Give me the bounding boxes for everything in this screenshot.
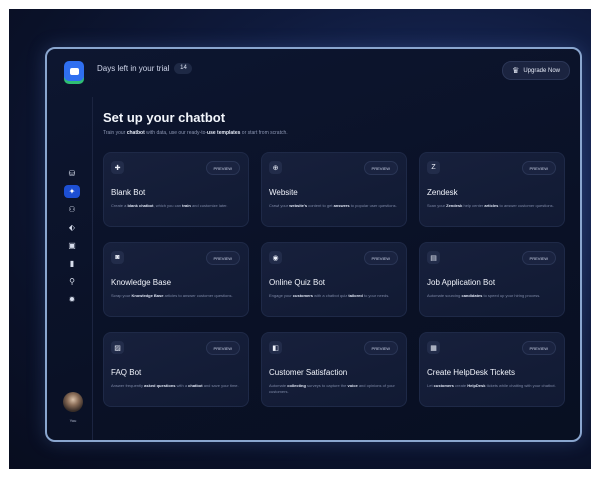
template-card-website[interactable]: ⊕ PREVIEW Website Crawl your website's cont… — [261, 152, 407, 227]
card-title: Blank Bot — [111, 188, 146, 197]
template-card-online-quiz-bot[interactable]: ◉ PREVIEW Online Quiz Bot Engage your custo… — [261, 242, 407, 317]
template-icon: ◧ — [269, 341, 282, 354]
integrations-nav-button[interactable]: ⚲ — [64, 275, 80, 288]
tag-nav-button[interactable]: ⬖ — [64, 221, 80, 234]
card-title: Create HelpDesk Tickets — [427, 368, 516, 377]
card-description: Engage your customers with a chatbot qui… — [269, 293, 390, 298]
card-description: Scan your Zendesk help center articles t… — [427, 203, 554, 208]
chat-bubble-icon — [69, 67, 79, 75]
card-description: Answer frequently asked questions with a… — [111, 383, 239, 388]
trial-label: Days left in your trial — [97, 64, 170, 73]
preview-button[interactable]: PREVIEW — [205, 161, 240, 175]
integrations-icon: ⚲ — [69, 277, 75, 286]
card-description: Automate sourcing candidates to speed up… — [427, 293, 541, 298]
trial-indicator: Days left in your trial 14 — [97, 63, 193, 74]
card-description: Create a blank chatbot, which you can tr… — [111, 203, 228, 208]
template-icon: ⊕ — [269, 161, 282, 174]
backdrop: Days left in your trial 14 ♛ Upgrade Now… — [9, 9, 591, 469]
preview-button[interactable]: PREVIEW — [521, 161, 556, 175]
settings-nav-button[interactable]: ✹ — [64, 293, 80, 306]
chart-nav-button[interactable]: ▮ — [64, 257, 80, 270]
trial-days-badge: 14 — [174, 63, 193, 74]
chatbot-nav-button[interactable]: ✦ — [64, 185, 80, 198]
template-icon: ◉ — [269, 251, 282, 264]
preview-button[interactable]: PREVIEW — [521, 251, 556, 265]
users-icon: ⚇ — [68, 205, 76, 214]
upgrade-now-button[interactable]: ♛ Upgrade Now — [502, 61, 570, 80]
users-nav-button[interactable]: ⚇ — [64, 203, 80, 216]
database-icon: ⛁ — [68, 169, 76, 178]
template-card-blank-bot[interactable]: ✚ PREVIEW Blank Bot Create a blank chatbot,… — [103, 152, 249, 227]
card-title: Website — [269, 188, 298, 197]
template-card-knowledge-base[interactable]: ◙ PREVIEW Knowledge Base Scrap your Knowled… — [103, 242, 249, 317]
database-nav-button[interactable]: ⛁ — [64, 167, 80, 180]
user-name: You — [69, 418, 77, 423]
card-title: Customer Satisfaction — [269, 368, 348, 377]
card-title: Job Application Bot — [427, 278, 496, 287]
app-logo[interactable] — [64, 61, 84, 81]
crown-icon: ♛ — [512, 66, 520, 75]
preview-button[interactable]: PREVIEW — [205, 251, 240, 265]
tag-icon: ⬖ — [68, 223, 76, 232]
inbox-icon: ▣ — [68, 241, 76, 250]
preview-button[interactable]: PREVIEW — [363, 251, 398, 265]
template-icon: ◙ — [111, 251, 124, 264]
chatbot-icon: ✦ — [68, 187, 76, 196]
template-card-zendesk[interactable]: Z PREVIEW Zendesk Scan your Zendesk help ce… — [419, 152, 565, 227]
preview-button[interactable]: PREVIEW — [363, 161, 398, 175]
template-icon: Z — [427, 161, 440, 174]
preview-button[interactable]: PREVIEW — [205, 341, 240, 355]
avatar[interactable] — [63, 392, 83, 412]
settings-icon: ✹ — [68, 295, 76, 304]
sidebar-nav: ⛁ ✦ ⚇ ⬖ ▣ ▮ ⚲ ✹ — [61, 167, 83, 306]
template-card-job-application-bot[interactable]: ▤ PREVIEW Job Application Bot Automate sour… — [419, 242, 565, 317]
card-title: Zendesk — [427, 188, 458, 197]
inbox-nav-button[interactable]: ▣ — [64, 239, 80, 252]
preview-button[interactable]: PREVIEW — [363, 341, 398, 355]
template-card-faq-bot[interactable]: ▨ PREVIEW FAQ Bot Answer frequently asked q… — [103, 332, 249, 407]
card-title: Knowledge Base — [111, 278, 172, 287]
app-window: Days left in your trial 14 ♛ Upgrade Now… — [45, 47, 582, 442]
sidebar-divider — [92, 97, 93, 440]
upgrade-label: Upgrade Now — [523, 67, 560, 74]
template-icon: ▦ — [427, 341, 440, 354]
template-icon: ✚ — [111, 161, 124, 174]
template-card-customer-satisfaction[interactable]: ◧ PREVIEW Customer Satisfaction Automate co… — [261, 332, 407, 407]
template-icon: ▨ — [111, 341, 124, 354]
template-card-create-helpdesk-tickets[interactable]: ▦ PREVIEW Create HelpDesk Tickets Let custo… — [419, 332, 565, 407]
card-description: Scrap your Knowledge Base articles to an… — [111, 293, 233, 298]
card-description: Crawl your website's content to get answ… — [269, 203, 397, 208]
card-title: FAQ Bot — [111, 368, 142, 377]
template-icon: ▤ — [427, 251, 440, 264]
preview-button[interactable]: PREVIEW — [521, 341, 556, 355]
page-title: Set up your chatbot — [103, 110, 226, 125]
page-subtitle: Train your chatbot with data, use our re… — [103, 130, 288, 136]
card-description: Let customers create HelpDesk tickets wh… — [427, 383, 556, 388]
card-title: Online Quiz Bot — [269, 278, 326, 287]
card-description: Automate collecting surveys to capture t… — [269, 383, 395, 394]
chart-icon: ▮ — [69, 259, 75, 268]
